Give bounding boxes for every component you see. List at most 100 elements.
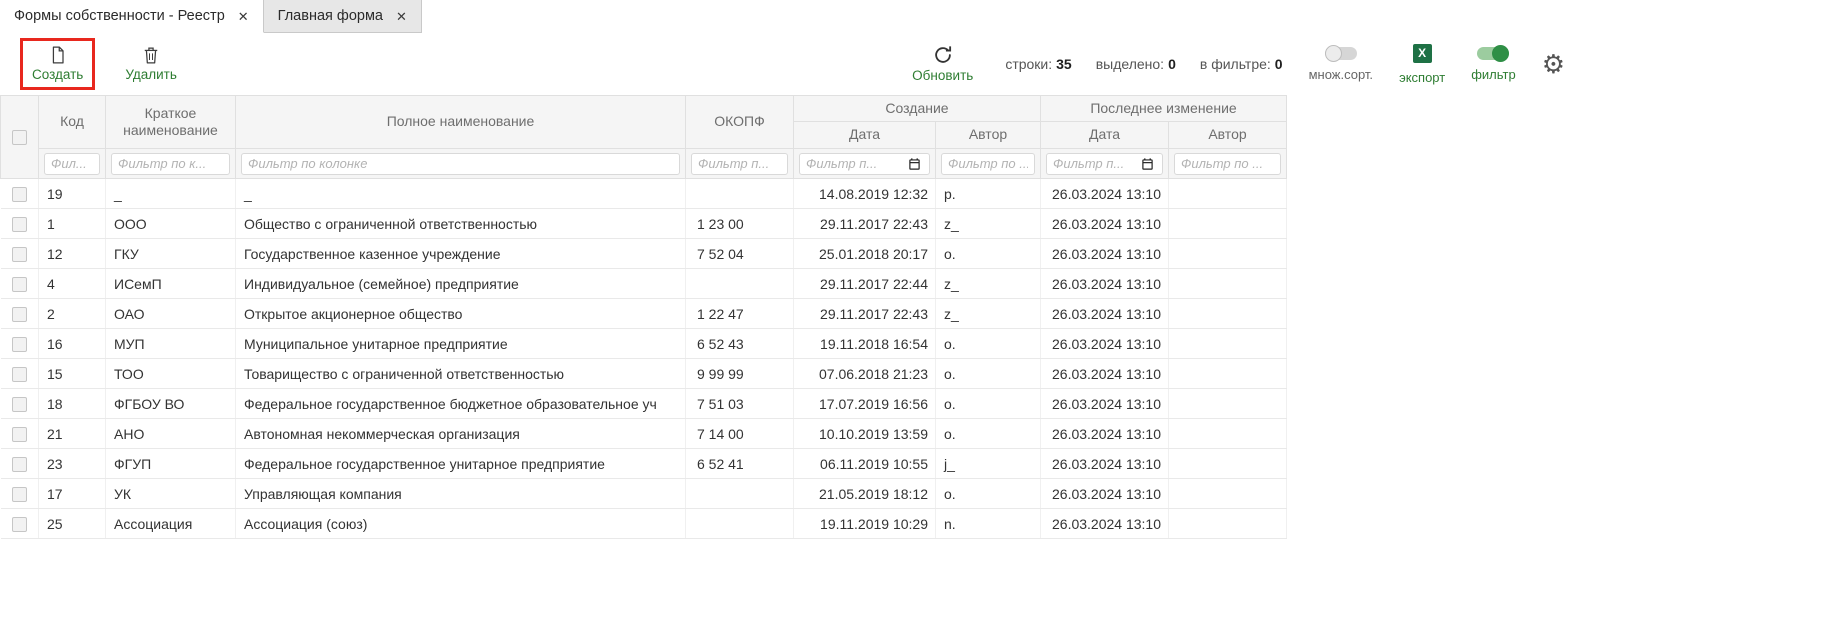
row-checkbox[interactable] [12,337,27,352]
close-icon[interactable]: ✕ [238,10,249,23]
cell-code: 25 [39,509,106,539]
delete-button[interactable]: Удалить [119,43,183,85]
okopf-filter-input[interactable] [691,153,788,175]
cell-full-name: Индивидуальное (семейное) предприятие [236,269,686,299]
cell-create-date: 14.08.2019 12:32 [794,179,936,209]
cell-change-author [1169,509,1287,539]
filter-cell-change-author [1169,149,1287,179]
cell-create-author: o. [936,479,1041,509]
create-author-filter-input[interactable] [941,153,1035,175]
cell-change-author [1169,269,1287,299]
group-header-last-change: Последнее изменение [1041,96,1287,122]
column-header-create-author[interactable]: Автор [936,122,1041,149]
column-header-change-author[interactable]: Автор [1169,122,1287,149]
row-checkbox-cell [1,389,39,419]
change-author-filter-input[interactable] [1174,153,1281,175]
column-header-okopf[interactable]: ОКОПФ [686,96,794,149]
row-checkbox-cell [1,269,39,299]
column-header-change-date[interactable]: Дата [1041,122,1169,149]
filter-cell-create-date [794,149,936,179]
column-header-code[interactable]: Код [39,96,106,149]
cell-create-author: o. [936,389,1041,419]
row-checkbox[interactable] [12,457,27,472]
row-checkbox[interactable] [12,217,27,232]
filter-toggle[interactable]: фильтр [1471,47,1515,82]
calendar-icon[interactable] [1141,157,1154,170]
table-row[interactable]: 2 ОАО Открытое акционерное общество 1 22… [1,299,1287,329]
cell-okopf: 9 99 99 [686,359,794,389]
export-button[interactable]: X экспорт [1399,44,1445,85]
row-checkbox[interactable] [12,307,27,322]
cell-create-date: 25.01.2018 20:17 [794,239,936,269]
data-table: Код Краткое наименование Полное наименов… [0,95,1287,539]
cell-create-date: 19.11.2019 10:29 [794,509,936,539]
table-row[interactable]: 25 Ассоциация Ассоциация (союз) 19.11.20… [1,509,1287,539]
column-header-short-name[interactable]: Краткое наименование [106,96,236,149]
table-row[interactable]: 19 _ _ 14.08.2019 12:32 p. 26.03.2024 13… [1,179,1287,209]
cell-create-author: o. [936,329,1041,359]
row-checkbox[interactable] [12,277,27,292]
multisort-switch[interactable] [1325,47,1357,60]
settings-gear-icon[interactable]: ⚙ [1542,51,1565,77]
row-checkbox[interactable] [12,427,27,442]
table-row[interactable]: 16 МУП Муниципальное унитарное предприят… [1,329,1287,359]
export-label: экспорт [1399,70,1445,85]
cell-change-author [1169,419,1287,449]
table-row[interactable]: 18 ФГБОУ ВО Федеральное государственное … [1,389,1287,419]
row-checkbox[interactable] [12,517,27,532]
tab-forms-registry[interactable]: Формы собственности - Реестр ✕ [0,0,264,33]
filter-switch[interactable] [1477,47,1509,60]
row-checkbox[interactable] [12,367,27,382]
row-checkbox[interactable] [12,487,27,502]
cell-create-author: o. [936,239,1041,269]
cell-create-date: 06.11.2019 10:55 [794,449,936,479]
cell-full-name: Федеральное государственное унитарное пр… [236,449,686,479]
cell-full-name: Товарищество с ограниченной ответственно… [236,359,686,389]
close-icon[interactable]: ✕ [396,10,407,23]
cell-short-name: Ассоциация [106,509,236,539]
cell-change-author [1169,179,1287,209]
column-header-create-date[interactable]: Дата [794,122,936,149]
cell-okopf: 6 52 43 [686,329,794,359]
cell-create-author: j_ [936,449,1041,479]
row-checkbox[interactable] [12,247,27,262]
table-header: Код Краткое наименование Полное наименов… [1,96,1287,179]
full-name-filter-input[interactable] [241,153,680,175]
cell-create-date: 29.11.2017 22:43 [794,209,936,239]
row-checkbox[interactable] [12,187,27,202]
cell-change-author [1169,239,1287,269]
cell-create-author: o. [936,359,1041,389]
filter-cell-full-name [236,149,686,179]
table-row[interactable]: 1 ООО Общество с ограниченной ответствен… [1,209,1287,239]
cell-full-name: Муниципальное унитарное предприятие [236,329,686,359]
calendar-icon[interactable] [908,157,921,170]
table-row[interactable]: 12 ГКУ Государственное казенное учрежден… [1,239,1287,269]
refresh-button[interactable]: Обновить [906,42,979,86]
table-row[interactable]: 17 УК Управляющая компания 21.05.2019 18… [1,479,1287,509]
cell-code: 2 [39,299,106,329]
multisort-toggle[interactable]: множ.сорт. [1309,47,1373,82]
table-row[interactable]: 21 АНО Автономная некоммерческая организ… [1,419,1287,449]
code-filter-input[interactable] [44,153,100,175]
column-header-full-name[interactable]: Полное наименование [236,96,686,149]
tab-main-form[interactable]: Главная форма ✕ [264,0,422,33]
create-button[interactable]: Создать [26,43,89,85]
cell-okopf: 7 14 00 [686,419,794,449]
cell-code: 21 [39,419,106,449]
document-icon [48,45,68,65]
table-row[interactable]: 15 ТОО Товарищество с ограниченной ответ… [1,359,1287,389]
table-row[interactable]: 23 ФГУП Федеральное государственное унит… [1,449,1287,479]
select-all-checkbox[interactable] [12,130,27,145]
row-checkbox[interactable] [12,397,27,412]
filter-cell-create-author [936,149,1041,179]
tab-bar: Формы собственности - Реестр ✕ Главная ф… [0,0,1831,33]
short-name-filter-input[interactable] [111,153,230,175]
cell-change-date: 26.03.2024 13:10 [1041,209,1169,239]
cell-full-name: Автономная некоммерческая организация [236,419,686,449]
cell-code: 23 [39,449,106,479]
cell-short-name: ФГБОУ ВО [106,389,236,419]
table-row[interactable]: 4 ИСемП Индивидуальное (семейное) предпр… [1,269,1287,299]
cell-short-name: ООО [106,209,236,239]
cell-change-author [1169,359,1287,389]
cell-code: 18 [39,389,106,419]
